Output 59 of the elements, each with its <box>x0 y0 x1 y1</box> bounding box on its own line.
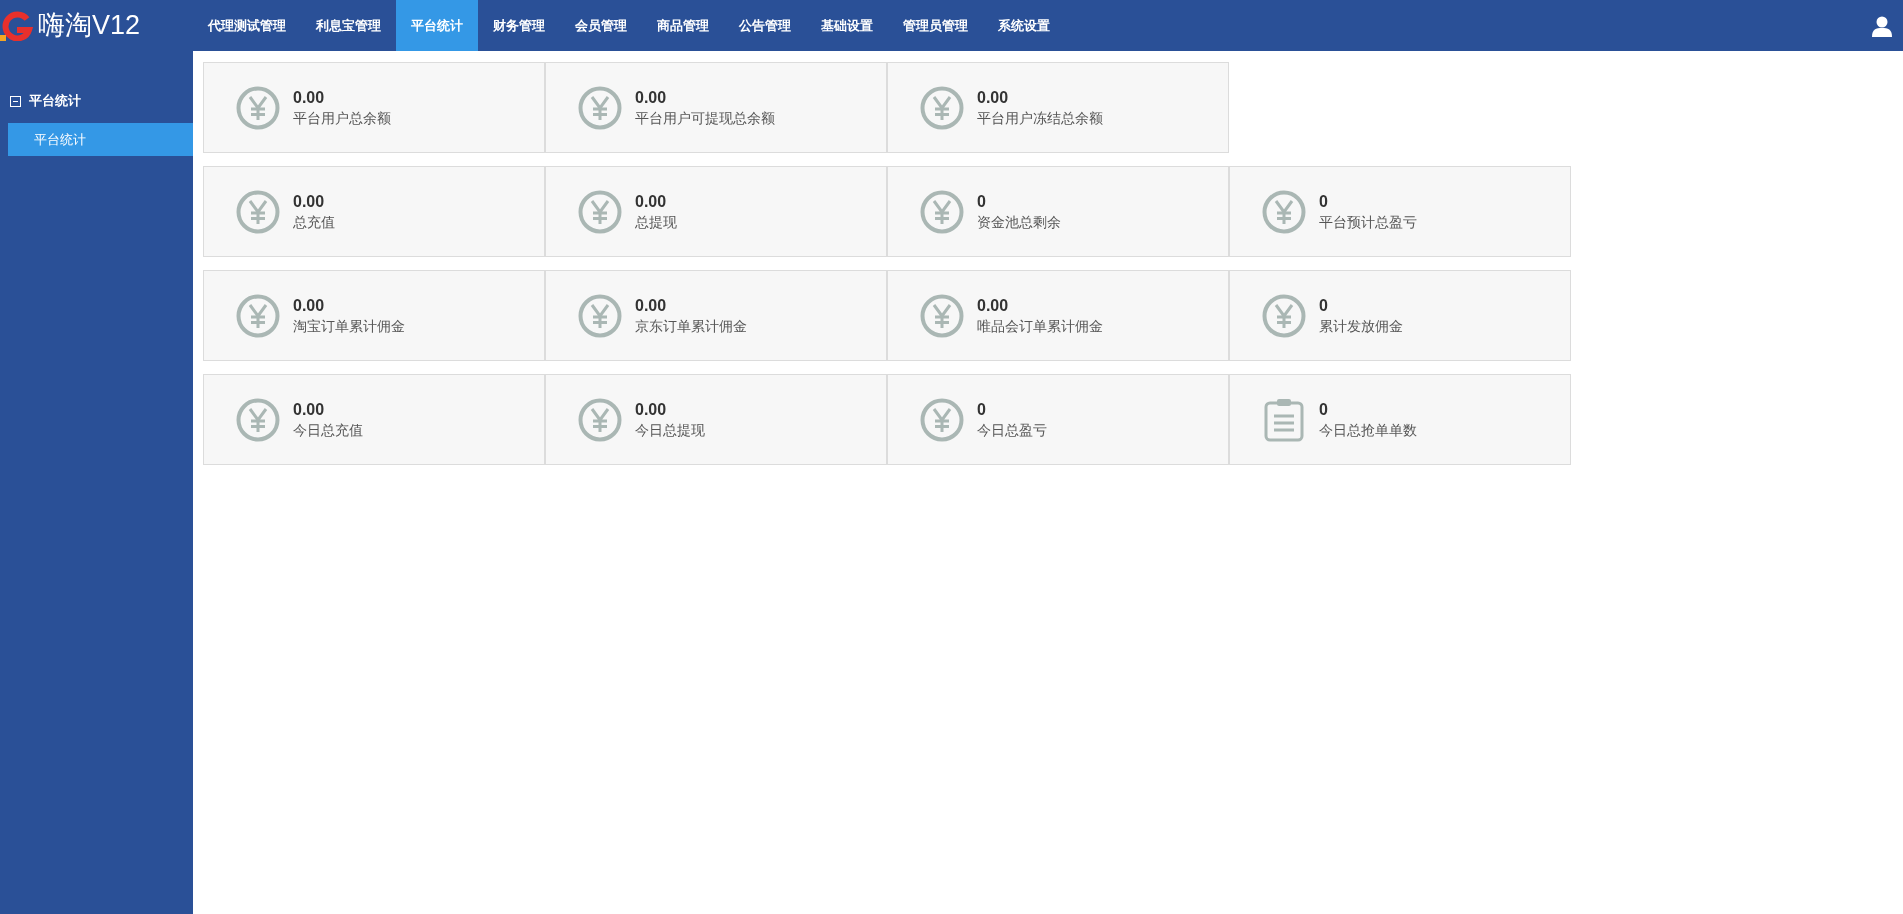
stat-value: 0.00 <box>293 191 326 212</box>
clipboard-icon <box>1262 397 1306 442</box>
sidebar-group[interactable]: 平台统计 <box>29 91 81 111</box>
stat-value: 0 <box>977 191 987 212</box>
yen-icon <box>578 397 622 442</box>
yen-icon <box>1262 293 1306 338</box>
collapse-icon[interactable] <box>10 95 21 107</box>
stat-value: 0 <box>1319 295 1329 316</box>
yen-icon <box>236 397 280 442</box>
nav-tab[interactable]: 公告管理 <box>724 0 806 51</box>
nav-tab[interactable]: 管理员管理 <box>888 0 983 51</box>
stat-label: 今日总充值 <box>293 420 363 440</box>
yen-icon <box>236 293 280 338</box>
stat-value: 0 <box>1319 399 1329 420</box>
yen-icon <box>236 85 280 130</box>
stat-label: 累计发放佣金 <box>1319 316 1403 336</box>
stat-value: 0.00 <box>635 191 668 212</box>
yen-icon <box>920 189 964 234</box>
stat-label: 今日总抢单单数 <box>1319 420 1417 440</box>
stat-value: 0.00 <box>293 87 326 108</box>
yen-icon <box>578 293 622 338</box>
stat-label: 平台用户总余额 <box>293 108 391 128</box>
yen-icon <box>920 85 964 130</box>
stat-label: 今日总盈亏 <box>977 420 1047 440</box>
yen-icon <box>920 397 964 442</box>
stat-label: 唯品会订单累计佣金 <box>977 316 1103 336</box>
stat-label: 平台用户可提现总余额 <box>635 108 775 128</box>
stat-label: 今日总提现 <box>635 420 705 440</box>
yen-icon <box>578 189 622 234</box>
stat-value: 0.00 <box>977 295 1010 316</box>
yen-icon <box>920 293 964 338</box>
nav-tab[interactable]: 商品管理 <box>642 0 724 51</box>
nav-tab[interactable]: 基础设置 <box>806 0 888 51</box>
stat-value: 0 <box>1319 191 1329 212</box>
user-icon[interactable] <box>1871 14 1893 37</box>
stat-label: 资金池总剩余 <box>977 212 1061 232</box>
stat-value: 0.00 <box>977 87 1010 108</box>
logo-icon <box>0 10 34 41</box>
nav-tab[interactable]: 会员管理 <box>560 0 642 51</box>
stat-label: 京东订单累计佣金 <box>635 316 747 336</box>
stat-label: 总提现 <box>635 212 677 232</box>
stat-label: 平台预计总盈亏 <box>1319 212 1417 232</box>
yen-icon <box>578 85 622 130</box>
stat-value: 0.00 <box>635 399 668 420</box>
stat-value: 0.00 <box>293 399 326 420</box>
stat-label: 平台用户冻结总余额 <box>977 108 1103 128</box>
stat-label: 淘宝订单累计佣金 <box>293 316 405 336</box>
brand-title: 嗨淘V12 <box>38 12 141 39</box>
yen-icon <box>236 189 280 234</box>
yen-icon <box>1262 189 1306 234</box>
nav-tab[interactable]: 财务管理 <box>478 0 560 51</box>
stat-value: 0.00 <box>635 87 668 108</box>
stat-value: 0 <box>977 399 987 420</box>
nav-tab[interactable]: 代理测试管理 <box>193 0 301 51</box>
stat-value: 0.00 <box>293 295 326 316</box>
nav-tab[interactable]: 利息宝管理 <box>301 0 396 51</box>
stat-label: 总充值 <box>293 212 335 232</box>
nav-tab[interactable]: 系统设置 <box>983 0 1065 51</box>
stat-value: 0.00 <box>635 295 668 316</box>
